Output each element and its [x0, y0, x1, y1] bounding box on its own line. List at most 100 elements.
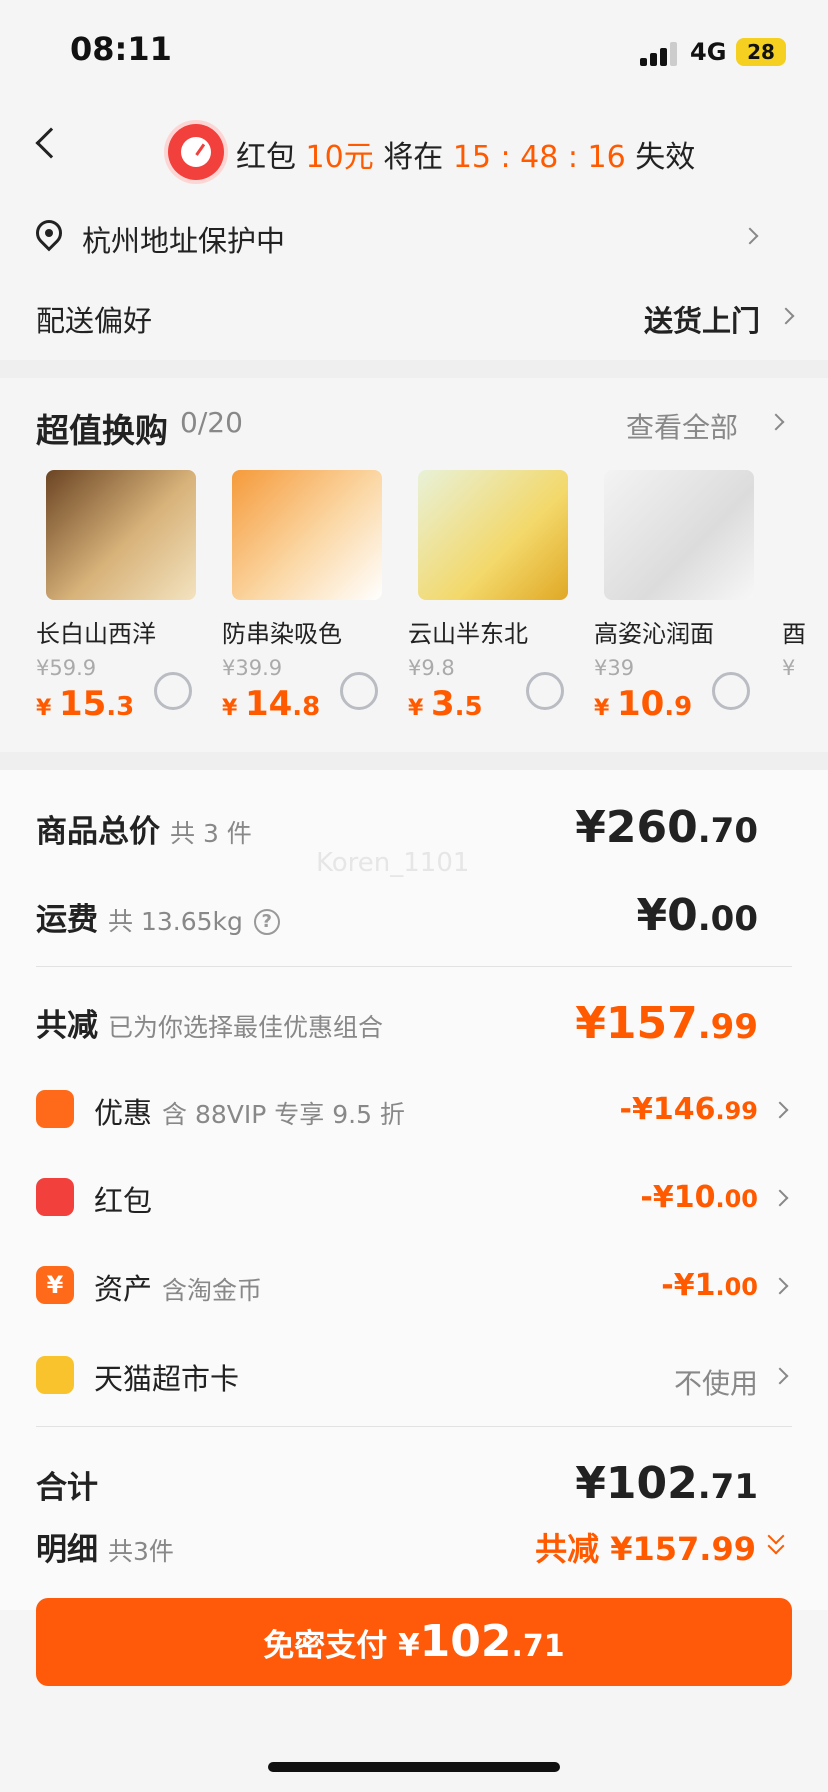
- select-radio[interactable]: [712, 672, 750, 710]
- reduce-value: ¥157.99: [575, 998, 758, 1049]
- network-label: 4G: [690, 38, 727, 66]
- asset-row[interactable]: ¥ 资产 含淘金币 -¥1.00: [36, 1264, 792, 1310]
- goods-total-label: 商品总价共 3 件: [36, 814, 252, 850]
- select-radio[interactable]: [154, 672, 192, 710]
- detail-reduce: 共减 ¥157.99: [535, 1530, 756, 1568]
- pay-button[interactable]: 免密支付 ¥102.71: [36, 1598, 792, 1686]
- redpacket-value: -¥10.00: [640, 1180, 758, 1215]
- product-image: [418, 470, 568, 600]
- product-original-price: ¥39.9: [222, 656, 283, 680]
- product-image: [604, 470, 754, 600]
- exchange-count: 0/20: [180, 406, 243, 439]
- back-button[interactable]: [28, 124, 68, 164]
- product-price: ¥ 15.3: [36, 684, 135, 724]
- tag-icon: [36, 1090, 74, 1128]
- chevron-right-icon: [771, 1277, 789, 1295]
- chevron-right-icon: [777, 307, 795, 325]
- checkout-page: 08:11 4G 28 红包 10元 将在 15 : 48 : 16 失效 杭州…: [0, 0, 828, 1792]
- exchange-product[interactable]: 高姿沁润面 ¥39 ¥ 10.9: [594, 470, 774, 730]
- signal-icon: [640, 42, 680, 66]
- shipping-weight: 共 13.65kg: [108, 907, 243, 936]
- card-icon: [36, 1356, 74, 1394]
- shipping-value: ¥0.00: [636, 890, 758, 941]
- exchange-product[interactable]: 防串染吸色 ¥39.9 ¥ 14.8: [222, 470, 402, 730]
- product-price: ¥ 14.8: [222, 684, 321, 724]
- card-label: 天猫超市卡: [94, 1362, 240, 1396]
- detail-row[interactable]: 明细 共3件 共减 ¥157.99: [36, 1524, 792, 1570]
- battery-icon: 28: [736, 38, 786, 66]
- exchange-product[interactable]: 云山半东北 ¥9.8 ¥ 3.5: [408, 470, 588, 730]
- expiry-countdown: 15 : 48 : 16: [452, 140, 626, 175]
- chevron-right-icon: [771, 1367, 789, 1385]
- detail-count: 共3件: [108, 1537, 174, 1566]
- chevron-right-icon: [741, 227, 759, 245]
- total-value: ¥102.71: [575, 1458, 758, 1509]
- pay-amount: 102: [419, 1616, 512, 1667]
- pay-label: 免密支付 ¥: [263, 1628, 420, 1664]
- product-original-price: ¥59.9: [36, 656, 97, 680]
- asset-label: 资产 含淘金币: [94, 1272, 263, 1306]
- help-icon[interactable]: ?: [253, 908, 280, 935]
- expiry-prefix: 红包: [236, 140, 306, 175]
- expiry-suffix: 失效: [625, 140, 696, 175]
- location-pin-icon: [30, 214, 68, 252]
- address-text: 杭州地址保护中: [82, 224, 286, 258]
- exchange-product[interactable]: 长白山西洋 ¥59.9 ¥ 15.3: [36, 470, 216, 730]
- shipping-row: 运费共 13.65kg ? ¥0.00: [36, 890, 792, 944]
- expiry-middle: 将在: [373, 140, 453, 175]
- asset-note: 含淘金币: [162, 1276, 263, 1305]
- select-radio[interactable]: [340, 672, 378, 710]
- redpacket-row[interactable]: 红包 -¥10.00: [36, 1176, 792, 1222]
- grand-total-row: 合计 ¥102.71: [36, 1458, 792, 1512]
- goods-total-row: 商品总价共 3 件 ¥260.70: [36, 802, 792, 856]
- divider: [0, 752, 828, 770]
- discount-note: 含 88VIP 专享 9.5 折: [162, 1100, 405, 1129]
- redpacket-expiry: 红包 10元 将在 15 : 48 : 16 失效: [236, 132, 695, 176]
- product-original-price: ¥9.8: [408, 656, 455, 680]
- chevron-right-icon: [771, 1101, 789, 1119]
- card-value: 不使用: [673, 1367, 758, 1400]
- select-radio[interactable]: [526, 672, 564, 710]
- discount-label: 优惠含 88VIP 专享 9.5 折: [94, 1096, 405, 1130]
- shipping-label: 运费共 13.65kg ?: [36, 894, 280, 939]
- total-label: 合计: [36, 1470, 98, 1506]
- delivery-value: 送货上门: [643, 304, 760, 338]
- chevron-right-icon: [771, 1189, 789, 1207]
- alarm-clock-icon: [168, 124, 224, 180]
- product-name: 长白山西洋: [36, 620, 156, 648]
- exchange-product-partial[interactable]: 酉 ¥: [782, 470, 828, 730]
- detail-label: 明细 共3件: [36, 1532, 174, 1568]
- delivery-label: 配送偏好: [36, 304, 153, 338]
- status-time: 08:11: [70, 30, 172, 68]
- home-indicator: [268, 1762, 560, 1772]
- reduce-label: 共减 已为你选择最佳优惠组合: [36, 1008, 384, 1044]
- expiry-amount: 10元: [305, 140, 374, 175]
- total-reduce-row: 共减 已为你选择最佳优惠组合 ¥157.99: [36, 998, 792, 1050]
- double-chevron-down-icon: [766, 1527, 786, 1556]
- page-header: 红包 10元 将在 15 : 48 : 16 失效: [0, 110, 828, 190]
- goods-total-value: ¥260.70: [575, 802, 758, 853]
- chevron-left-icon: [35, 127, 67, 159]
- status-bar: 08:11 4G 28: [0, 0, 828, 100]
- divider: [36, 1426, 792, 1427]
- red-envelope-icon: [36, 1178, 74, 1216]
- delivery-preference-row[interactable]: 配送偏好 送货上门: [36, 298, 796, 338]
- product-name: 云山半东北: [408, 620, 528, 648]
- product-original-price: ¥39: [594, 656, 635, 680]
- see-all-link[interactable]: 查看全部: [626, 406, 738, 446]
- divider: [0, 360, 828, 378]
- exchange-title: 超值换购: [36, 411, 168, 450]
- product-price: ¥ 10.9: [594, 684, 693, 724]
- supermarket-card-row[interactable]: 天猫超市卡 不使用: [36, 1354, 792, 1400]
- divider: [36, 966, 792, 967]
- product-name: 防串染吸色: [222, 620, 342, 648]
- product-image: [232, 470, 382, 600]
- discount-row[interactable]: 优惠含 88VIP 专享 9.5 折 -¥146.99: [36, 1088, 792, 1134]
- discount-value: -¥146.99: [619, 1092, 758, 1127]
- product-name: 酉: [782, 620, 806, 648]
- product-name: 高姿沁润面: [594, 620, 714, 648]
- goods-count: 共 3 件: [170, 819, 252, 848]
- asset-value: -¥1.00: [661, 1268, 758, 1303]
- address-row[interactable]: 杭州地址保护中: [30, 212, 796, 262]
- yen-icon: ¥: [36, 1266, 74, 1304]
